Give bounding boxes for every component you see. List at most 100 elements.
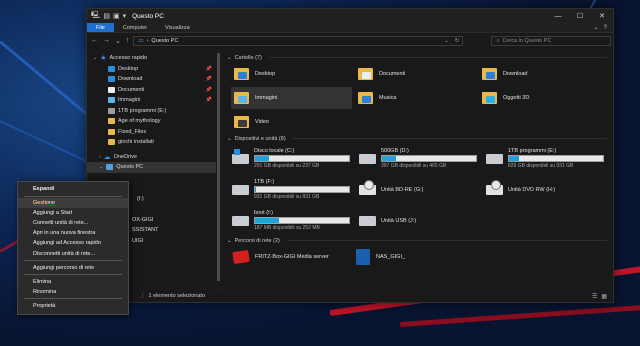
details-view-icon[interactable]: ☰ — [592, 293, 597, 300]
folder-oggetti-3d[interactable]: Oggetti 3D — [479, 87, 600, 109]
menu-item-disconnetti-unita[interactable]: Disconnetti unità di rete... — [18, 249, 128, 259]
drive-c[interactable]: Disco locale (C:) 201 GB disponibili su … — [231, 144, 356, 173]
folder-icon — [108, 139, 115, 146]
chevron-down-icon[interactable]: ▾ — [123, 12, 127, 20]
menu-item-aggiungi-a-start[interactable]: Aggiungi a Start — [18, 208, 128, 218]
menu-separator — [24, 195, 122, 197]
drive-name: 1TB programmi (E:) — [508, 148, 557, 154]
pin-icon: 📌 — [205, 76, 212, 83]
usage-bar — [508, 155, 604, 162]
menu-item-apri-nuova-finestra[interactable]: Apri in una nuova finestra — [18, 228, 128, 238]
network-nas-gigi[interactable]: NAS_GIGI_ — [354, 246, 475, 268]
drive-f[interactable]: 1TB (F:) 931 GB disponibili su 931 GB — [231, 175, 356, 204]
chevron-down-icon[interactable]: ⌄ — [444, 38, 449, 44]
breadcrumb[interactable]: Questo PC — [151, 38, 178, 44]
section-header-network[interactable]: ⌄ Percorsi di rete (2) — [227, 235, 607, 246]
network-fritz-box[interactable]: FRITZ-Box-GIGI Media server — [231, 246, 352, 268]
breadcrumb-separator-icon: › — [146, 38, 149, 44]
minimize-button[interactable]: — — [547, 9, 569, 23]
close-button[interactable]: ✕ — [591, 9, 613, 23]
expand-chevron-icon[interactable]: › — [99, 154, 101, 160]
menu-item-gestione[interactable]: Gestione — [18, 198, 128, 209]
drive-e[interactable]: 1TB programmi (E:) 829 GB disponibili su… — [485, 144, 610, 173]
maximize-button[interactable]: ☐ — [569, 9, 591, 23]
pictures-folder-icon — [234, 92, 249, 104]
section-header-drives[interactable]: ⌄ Dispositivi e unità (8) — [227, 133, 607, 144]
sidebar-item-questo-pc[interactable]: ⌄ Questo PC — [87, 162, 221, 173]
folders-grid: Desktop Documenti Download Immagini Musi… — [227, 63, 607, 133]
usage-bar-fill — [255, 187, 256, 192]
menu-separator — [24, 260, 122, 262]
sidebar-item-age-of-mythology[interactable]: Age of mythology — [87, 116, 221, 127]
drive-free-space: 829 GB disponibili su 931 GB — [508, 163, 574, 169]
usage-bar-fill — [255, 156, 270, 161]
section-header-folders[interactable]: ⌄ Cartelle (7) — [227, 52, 607, 63]
drive-h[interactable]: Unità DVD RW (H:) — [485, 175, 610, 204]
window-title: Questo PC — [132, 12, 164, 20]
drive-d[interactable]: 500GB (D:) 397 GB disponibili su 465 GB — [358, 144, 483, 173]
sidebar-item-quick-access[interactable]: ⌄ ★ Accesso rapido — [87, 53, 221, 64]
hard-drive-icon — [232, 215, 249, 226]
folder-immagini[interactable]: Immagini — [231, 87, 352, 109]
drives-grid: Disco locale (C:) 201 GB disponibili su … — [227, 144, 607, 235]
folder-musica[interactable]: Musica — [355, 87, 476, 109]
sidebar-item-documenti[interactable]: Documenti 📌 — [87, 85, 221, 96]
sidebar-item-onedrive[interactable]: › ☁ OneDrive — [87, 152, 221, 163]
back-icon[interactable]: ← — [91, 37, 98, 45]
drive-name: Disco locale (C:) — [254, 148, 295, 154]
drive-j[interactable]: Unità USB (J:) — [358, 206, 483, 235]
status-selection: 1 elemento selezionato — [148, 293, 206, 299]
sidebar-scrollbar[interactable] — [216, 49, 221, 292]
sidebar-item-1tb-programmi[interactable]: 1TB programmi (E:) — [87, 106, 221, 117]
nas-icon — [356, 249, 370, 265]
desktop-icon — [108, 65, 115, 72]
drive-icon — [108, 107, 115, 114]
menu-item-rinomina[interactable]: Rinomina — [18, 287, 128, 297]
sidebar-item-giochi-installati[interactable]: giochi installati — [87, 137, 221, 148]
drive-i[interactable]: boot (I:) 187 MB disponibili su 252 MB — [231, 206, 356, 235]
recent-chevron-icon[interactable]: ⌄ — [115, 37, 121, 45]
pin-icon: 📌 — [205, 86, 212, 93]
expand-chevron-icon[interactable]: ⌄ — [93, 55, 97, 61]
scrollbar-thumb[interactable] — [217, 53, 220, 281]
menu-item-aggiungi-accesso-rapido[interactable]: Aggiungi ad Accesso rapido — [18, 238, 128, 248]
menu-item-espandi[interactable]: Espandi — [18, 184, 128, 194]
menu-item-aggiungi-percorso-rete[interactable]: Aggiungi percorso di rete — [18, 263, 128, 273]
menu-item-connetti-unita[interactable]: Connetti unità di rete... — [18, 218, 128, 228]
sidebar-item-label: Fixed_Files — [118, 128, 147, 135]
folder-documenti[interactable]: Documenti — [355, 63, 476, 85]
search-input[interactable]: ⌕ Cerca in Questo PC — [491, 36, 612, 46]
collapse-chevron-icon[interactable]: ⌄ — [227, 55, 232, 61]
tab-visualizza[interactable]: Visualizza — [156, 23, 199, 32]
forward-icon[interactable]: → — [103, 37, 110, 45]
drive-g[interactable]: Unità BD-RE (G:) — [358, 175, 483, 204]
folder-desktop[interactable]: Desktop — [231, 63, 352, 85]
cloud-icon: ☁ — [103, 153, 111, 161]
properties-icon[interactable]: ▤ — [103, 12, 110, 20]
expand-chevron-icon[interactable]: ⌄ — [99, 164, 103, 170]
search-icon: ⌕ — [496, 37, 500, 44]
tab-computer[interactable]: Computer — [114, 23, 156, 32]
app-icon: 🖳 — [91, 11, 101, 19]
menu-item-proprieta[interactable]: Proprietà — [18, 301, 128, 311]
sidebar-item-download[interactable]: Download 📌 — [87, 74, 221, 85]
collapse-chevron-icon[interactable]: ⌄ — [227, 136, 232, 142]
collapse-chevron-icon[interactable]: ⌄ — [227, 238, 232, 244]
up-icon[interactable]: ↑ — [126, 37, 130, 45]
address-bar[interactable]: ▭ › Questo PC ⌄ ↻ — [133, 36, 464, 46]
sidebar-item-fixed-files[interactable]: Fixed_Files — [87, 127, 221, 138]
new-folder-icon[interactable]: ▣ — [113, 12, 120, 20]
tiles-view-icon[interactable]: ▦ — [601, 293, 607, 300]
usage-bar — [381, 155, 477, 162]
tab-file[interactable]: File — [87, 23, 114, 32]
sidebar-item-immagini[interactable]: Immagini 📌 — [87, 95, 221, 106]
refresh-icon[interactable]: ↻ — [455, 38, 460, 44]
drive-name: 500GB (D:) — [381, 148, 409, 154]
chevron-down-icon[interactable]: ⌄ — [594, 23, 599, 32]
help-icon[interactable]: ? — [604, 23, 607, 32]
dvd-drive-icon — [486, 179, 503, 195]
sidebar-item-desktop[interactable]: Desktop 📌 — [87, 64, 221, 75]
folder-video[interactable]: Video — [231, 111, 352, 133]
menu-item-elimina[interactable]: Elimina — [18, 277, 128, 287]
folder-download[interactable]: Download — [479, 63, 600, 85]
